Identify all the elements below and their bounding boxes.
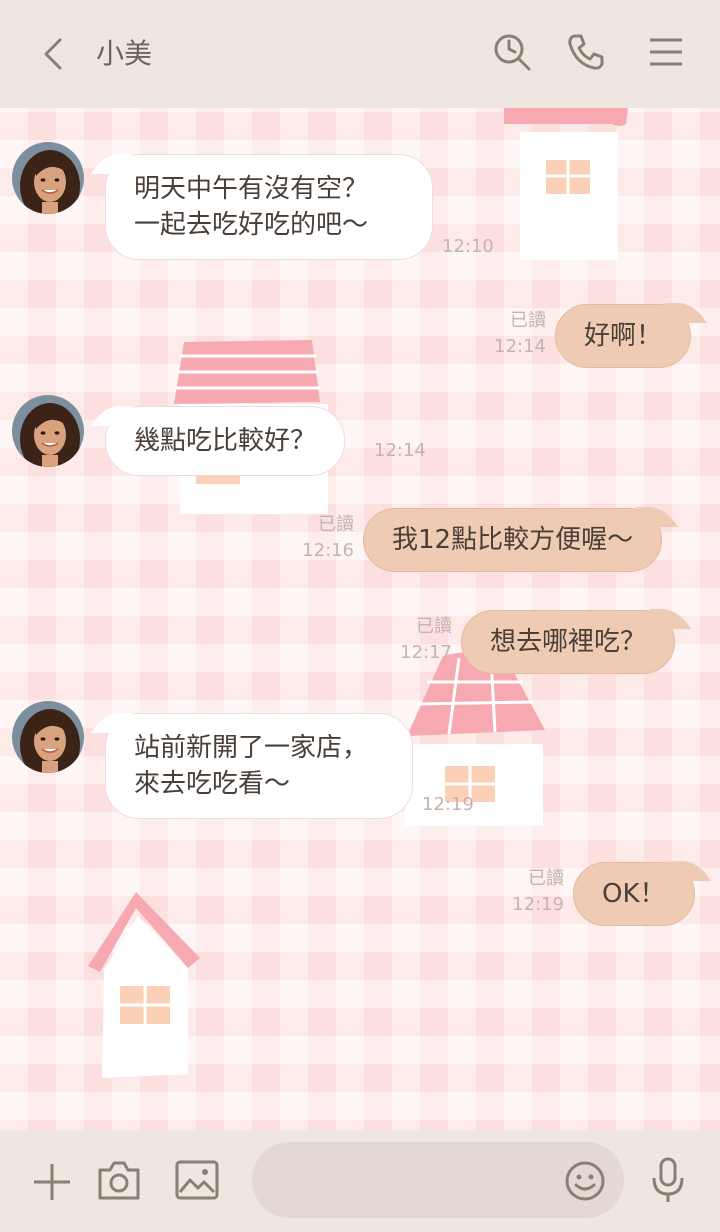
read-receipt: 已讀 bbox=[416, 616, 452, 637]
message-time: 12:19 bbox=[512, 894, 564, 915]
message-time: 12:16 bbox=[302, 540, 354, 561]
contact-name[interactable]: 小美 bbox=[96, 36, 152, 72]
message-line: 一起去吃好吃的吧～ bbox=[134, 210, 369, 240]
plus-icon[interactable] bbox=[30, 1160, 74, 1204]
message-time: 12:14 bbox=[374, 440, 426, 461]
search-icon[interactable] bbox=[492, 32, 532, 72]
message-line: 明天中午有沒有空？ bbox=[134, 174, 369, 204]
image-icon[interactable] bbox=[174, 1158, 220, 1202]
message-input-bar bbox=[0, 1130, 720, 1232]
house-decoration-4 bbox=[88, 892, 200, 1078]
read-receipt: 已讀 bbox=[528, 868, 564, 889]
outgoing-message[interactable]: 想去哪裡吃？ bbox=[461, 610, 676, 674]
outgoing-message[interactable]: 我12點比較方便喔～ bbox=[363, 508, 663, 572]
menu-icon[interactable] bbox=[646, 32, 686, 72]
message-status: 已讀 12:14 bbox=[494, 308, 546, 360]
message-line: 幾點吃比較好？ bbox=[134, 426, 317, 456]
back-icon[interactable] bbox=[36, 36, 72, 72]
read-receipt: 已讀 bbox=[318, 514, 354, 535]
avatar[interactable] bbox=[12, 142, 84, 214]
message-status: 已讀 12:19 bbox=[512, 866, 564, 918]
message-input[interactable] bbox=[252, 1142, 624, 1218]
message-line: 站前新開了一家店， bbox=[134, 733, 369, 763]
outgoing-message[interactable]: 好啊！ bbox=[555, 304, 692, 368]
message-time: 12:14 bbox=[494, 336, 546, 357]
incoming-message[interactable]: 明天中午有沒有空？ 一起去吃好吃的吧～ bbox=[105, 154, 433, 260]
camera-icon[interactable] bbox=[96, 1158, 142, 1202]
message-time: 12:10 bbox=[442, 236, 494, 257]
avatar[interactable] bbox=[12, 701, 84, 773]
incoming-message[interactable]: 站前新開了一家店， 來去吃吃看～ bbox=[105, 713, 413, 819]
message-time: 12:17 bbox=[400, 642, 452, 663]
read-receipt: 已讀 bbox=[510, 310, 546, 331]
message-line: 來去吃吃看～ bbox=[134, 769, 291, 799]
message-status: 已讀 12:16 bbox=[300, 512, 354, 564]
house-decoration-1 bbox=[504, 108, 628, 260]
message-time: 12:19 bbox=[422, 794, 474, 815]
incoming-message[interactable]: 幾點吃比較好？ bbox=[105, 406, 346, 476]
message-status: 已讀 12:17 bbox=[398, 614, 452, 666]
emoji-icon[interactable] bbox=[564, 1160, 606, 1202]
mic-icon[interactable] bbox=[648, 1156, 688, 1204]
chat-header: 小美 bbox=[0, 0, 720, 108]
phone-icon[interactable] bbox=[566, 32, 606, 72]
outgoing-message[interactable]: OK！ bbox=[573, 862, 695, 926]
avatar[interactable] bbox=[12, 395, 84, 467]
